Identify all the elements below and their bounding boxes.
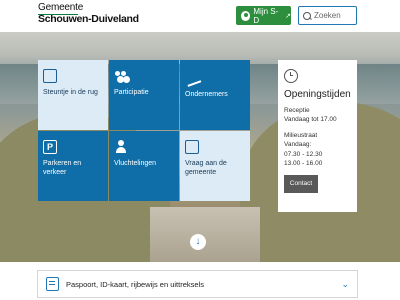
opening-hours-card: Openingstijden Receptie Vandaag tot 17.0… (278, 60, 357, 212)
refugee-icon (114, 140, 128, 154)
tile-label: Ondernemers (185, 91, 228, 98)
arrow-down-icon: ↓ (195, 236, 201, 247)
tile-vluchtelingen[interactable]: Vluchtelingen (109, 131, 179, 201)
search-placeholder: Zoeken (314, 11, 341, 20)
logo-underline (38, 14, 78, 15)
tile-label: Steuntje in de rug (43, 89, 98, 96)
tile-ondernemers[interactable]: Ondernemers (180, 60, 250, 130)
user-icon (241, 10, 251, 21)
scroll-down-button[interactable]: ↓ (190, 234, 206, 250)
search-icon (303, 11, 311, 20)
contact-button[interactable]: Contact (284, 174, 318, 193)
tile-participatie[interactable]: Participatie (109, 60, 179, 130)
depot-time-afternoon: 13.00 - 16.00 (284, 160, 323, 168)
reception-time: Vandaag tot 17.00 (284, 116, 337, 124)
accordion-item-label: Paspoort, ID-kaart, rijbewijs en uittrek… (66, 279, 204, 289)
opening-hours-title: Openingstijden (284, 89, 351, 100)
parking-icon: P (43, 140, 57, 154)
tile-label: Participatie (114, 89, 149, 96)
search-input[interactable]: Zoeken (298, 6, 357, 25)
money-help-icon (43, 69, 57, 83)
depot-time-morning: 07.30 - 12.30 (284, 150, 323, 158)
tile-vraag[interactable]: Vraag aan de gemeente (180, 131, 250, 201)
depot-label: Milieustraat (284, 131, 318, 139)
site-header: Gemeente Schouwen-Duiveland Mijn S-D ↗ Z… (0, 0, 400, 32)
accordion-item-paspoort[interactable]: Paspoort, ID-kaart, rijbewijs en uittrek… (37, 270, 358, 298)
handshake-icon (182, 67, 202, 87)
clock-icon (284, 69, 298, 83)
logo-line1: Gemeente (38, 2, 84, 13)
people-icon (114, 69, 128, 83)
tile-parkeren[interactable]: P Parkeren en verkeer (38, 131, 108, 201)
question-icon (185, 140, 199, 154)
tile-label: Vraag aan de gemeente (185, 160, 227, 176)
chevron-down-icon: ⌄ (341, 278, 349, 289)
mijn-sd-login-button[interactable]: Mijn S-D ↗ (236, 6, 291, 25)
logo-line2: Schouwen-Duiveland (38, 13, 139, 25)
depot-day: Vandaag: (284, 141, 312, 149)
tile-label: Vluchtelingen (114, 160, 157, 167)
reception-label: Receptie (284, 107, 310, 114)
external-link-icon: ↗ (285, 12, 291, 20)
login-button-label: Mijn S-D (253, 6, 279, 25)
id-document-icon (46, 277, 59, 291)
hero-path (150, 207, 260, 262)
tile-label: Parkeren en verkeer (43, 160, 82, 176)
tile-steuntje[interactable]: Steuntje in de rug (38, 60, 108, 130)
site-logo[interactable]: Gemeente Schouwen-Duiveland (38, 3, 139, 25)
